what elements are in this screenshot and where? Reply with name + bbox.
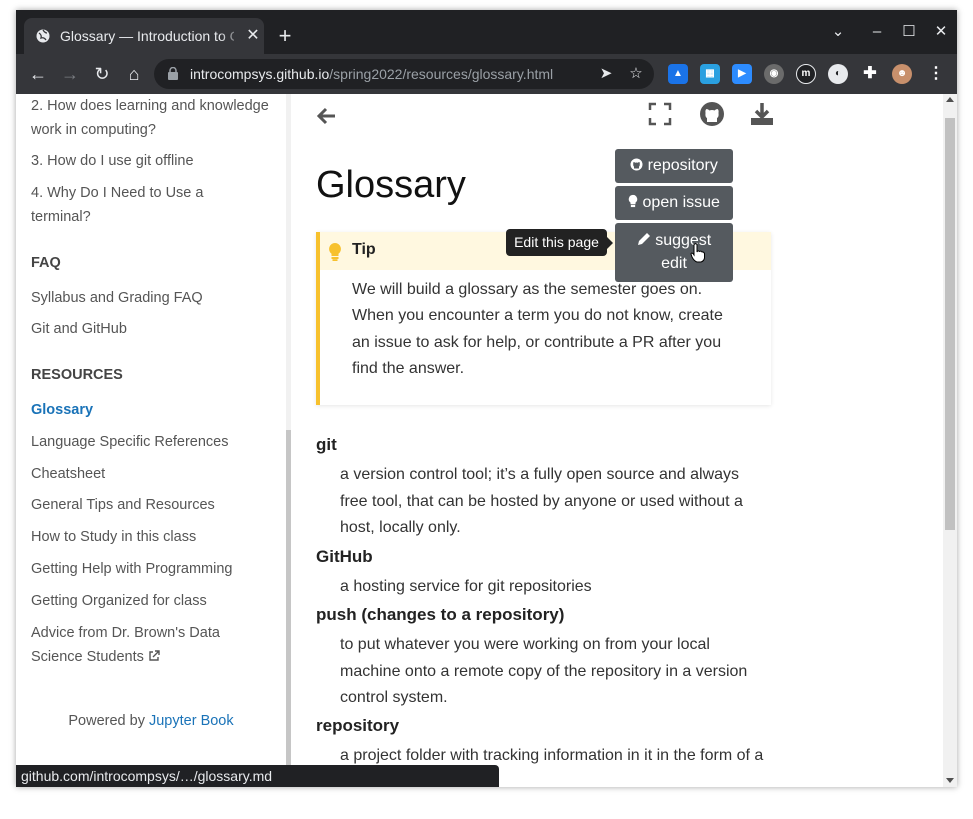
hand-cursor-icon [690, 243, 705, 263]
scroll-up-arrow-icon[interactable] [946, 97, 954, 102]
tip-body: We will build a glossary as the semester… [352, 281, 723, 377]
term-repository: repository [316, 716, 400, 735]
sidebar-item-help-programming[interactable]: Getting Help with Programming [31, 557, 271, 581]
extension-zoom-icon[interactable]: ▶ [732, 64, 752, 84]
sidebar-item-git-github[interactable]: Git and GitHub [31, 317, 271, 341]
edit-tooltip: Edit this page [506, 229, 613, 256]
profile-avatar[interactable]: ☻ [892, 64, 912, 84]
maximize-icon[interactable]: ☐ [898, 22, 920, 42]
url-host: introcompsys.github.io [190, 66, 330, 82]
sidebar-item-glossary[interactable]: Glossary [31, 398, 271, 422]
tab-close-icon[interactable]: ✕ [244, 27, 262, 45]
extension-circle-icon[interactable]: ◐ [828, 64, 848, 84]
url-path: /spring2022/resources/glossary.html [329, 66, 554, 82]
home-icon[interactable]: ⌂ [123, 63, 145, 85]
tip-title: Tip [352, 241, 376, 258]
github-small-icon [630, 158, 643, 171]
download-icon[interactable] [749, 101, 775, 127]
definition-push: to put whatever you were working on from… [340, 636, 748, 706]
pencil-icon [637, 233, 650, 245]
sidebar-item-learning[interactable]: 2. How does learning and knowledge work … [31, 94, 271, 142]
suggest-edit-button[interactable]: suggest edit [615, 223, 733, 282]
extension-owl-icon[interactable]: ◉ [764, 64, 784, 84]
tab-strip: Glossary — Introduction to Computer Syst… [16, 10, 957, 54]
send-icon[interactable]: ➤ [596, 64, 616, 84]
extensions-puzzle-icon[interactable]: ✚ [860, 64, 880, 84]
browser-window: Glossary — Introduction to Computer Syst… [16, 10, 957, 787]
sidebar-item-advice-label: Advice from Dr. Brown's Data Science Stu… [31, 625, 220, 665]
sidebar-item-git-offline[interactable]: 3. How do I use git offline [31, 149, 271, 173]
open-issue-button[interactable]: open issue [615, 186, 733, 220]
back-icon[interactable]: ← [27, 63, 49, 85]
lock-icon [168, 67, 178, 80]
scroll-down-arrow-icon[interactable] [946, 778, 954, 783]
tab-title-fade [220, 24, 244, 48]
github-icon[interactable] [699, 101, 725, 127]
sidebar-item-cheatsheet[interactable]: Cheatsheet [31, 462, 271, 486]
fullscreen-icon[interactable] [648, 102, 672, 126]
sidebar-nav: 2. How does learning and knowledge work … [16, 94, 286, 787]
sidebar-item-organized[interactable]: Getting Organized for class [31, 589, 271, 613]
reload-icon[interactable]: ↻ [91, 63, 113, 85]
main-content: Glossary Tip We will build a glossary as… [291, 94, 943, 787]
browser-tab[interactable]: Glossary — Introduction to Computer Syst… [24, 18, 264, 54]
extension-trello-icon[interactable]: ▦ [700, 64, 720, 84]
url-text: introcompsys.github.io/spring2022/resour… [190, 66, 553, 82]
sidebar-item-study[interactable]: How to Study in this class [31, 525, 271, 549]
sidebar-item-terminal[interactable]: 4. Why Do I Need to Use a terminal? [31, 181, 231, 229]
powered-by-text: Powered by [68, 713, 145, 729]
sidebar-item-advice[interactable]: Advice from Dr. Brown's Data Science Stu… [31, 621, 231, 669]
external-link-icon [149, 650, 160, 661]
address-bar[interactable]: introcompsys.github.io/spring2022/resour… [154, 59, 654, 89]
sidebar-item-language-references[interactable]: Language Specific References [31, 430, 271, 454]
sidebar-item-tips[interactable]: General Tips and Resources [31, 493, 271, 517]
sidebar-item-syllabus-faq[interactable]: Syllabus and Grading FAQ [31, 286, 271, 310]
tab-title: Glossary — Introduction to Computer Syst… [60, 28, 234, 44]
star-icon[interactable]: ☆ [626, 64, 646, 84]
lightbulb-small-icon [628, 194, 638, 208]
extension-markdown-icon[interactable]: m [796, 64, 816, 84]
repository-button[interactable]: repository [615, 149, 733, 183]
definition-git: a version control tool; it’s a fully ope… [340, 466, 743, 536]
sidebar-heading-resources: RESOURCES [31, 367, 123, 383]
browser-toolbar: ← → ↻ ⌂ introcompsys.github.io/spring202… [16, 54, 957, 94]
sidebar-heading-faq: FAQ [31, 255, 61, 271]
term-git: git [316, 435, 337, 454]
close-window-icon[interactable]: ✕ [930, 22, 952, 42]
repository-label: repository [647, 157, 718, 174]
jupyter-book-link[interactable]: Jupyter Book [149, 713, 234, 729]
menu-kebab-icon[interactable]: ⋮ [926, 64, 946, 84]
status-bar-url: github.com/introcompsys/…/glossary.md [16, 765, 499, 787]
extension-graduation-icon[interactable]: ▲ [668, 64, 688, 84]
page-title: Glossary [316, 164, 466, 206]
lightbulb-icon [329, 243, 341, 261]
new-tab-icon[interactable]: + [274, 25, 296, 47]
globe-icon [36, 29, 50, 43]
tab-search-icon[interactable]: ⌄ [827, 22, 849, 42]
arrow-left-icon[interactable] [313, 102, 341, 130]
minimize-icon[interactable]: – [866, 22, 888, 42]
forward-icon[interactable]: → [59, 63, 81, 85]
main-scroll-thumb[interactable] [945, 118, 955, 530]
term-github: GitHub [316, 547, 373, 566]
powered-by: Powered by Jupyter Book [16, 713, 286, 729]
open-issue-label: open issue [642, 194, 720, 211]
term-push: push (changes to a repository) [316, 605, 565, 624]
definition-github: a hosting service for git repositories [340, 578, 592, 595]
